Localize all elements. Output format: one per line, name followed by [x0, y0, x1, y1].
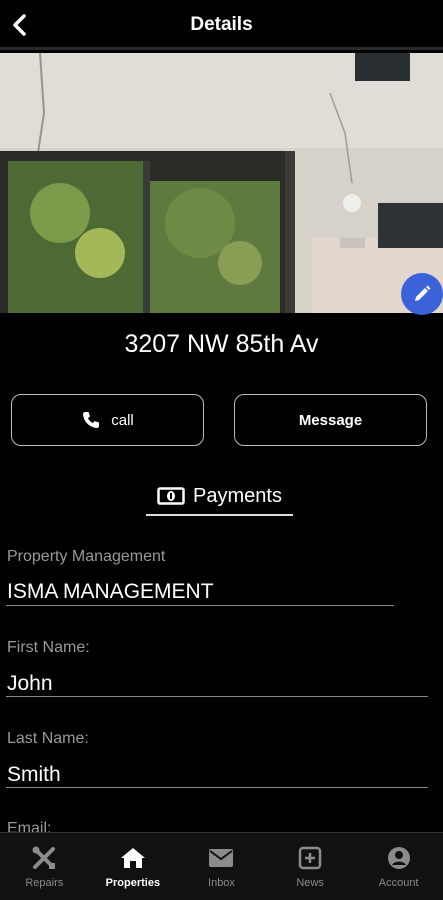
property-management-label: Property Management	[7, 548, 166, 565]
property-photo	[0, 53, 443, 313]
last-name-value[interactable]: Smith	[7, 763, 61, 787]
envelope-icon	[208, 845, 234, 871]
tab-account[interactable]: Account	[354, 833, 443, 900]
last-name-label: Last Name:	[7, 730, 89, 747]
edit-property-button[interactable]	[401, 273, 443, 315]
message-button-label: Message	[298, 411, 363, 429]
pencil-icon	[415, 285, 431, 301]
header-bar: Details	[0, 0, 443, 50]
first-name-value[interactable]: John	[7, 672, 53, 696]
call-button[interactable]: call	[11, 394, 204, 446]
home-icon	[120, 845, 146, 871]
user-circle-icon	[387, 845, 411, 871]
tab-repairs-label: Repairs	[25, 877, 64, 889]
property-management-value[interactable]: ISMA MANAGEMENT	[7, 580, 214, 604]
first-name-underline	[6, 696, 428, 697]
plus-square-icon	[298, 845, 322, 871]
first-name-label: First Name:	[7, 639, 90, 656]
bottom-tab-bar: Repairs Properties Inbox News Account	[0, 832, 443, 900]
tab-properties-label: Properties	[105, 877, 161, 889]
message-button[interactable]: Message	[234, 394, 427, 446]
tab-news[interactable]: News	[266, 833, 355, 900]
phone-icon	[81, 410, 101, 430]
tab-news-label: News	[296, 877, 324, 889]
tab-repairs[interactable]: Repairs	[0, 833, 89, 900]
tab-account-label: Account	[378, 877, 419, 889]
property-management-underline	[6, 605, 394, 606]
payments-label: Payments	[193, 484, 282, 507]
tab-inbox[interactable]: Inbox	[177, 833, 266, 900]
last-name-underline	[6, 787, 428, 788]
payments-tab[interactable]: Payments	[146, 478, 293, 516]
page-title: Details	[190, 14, 253, 35]
tools-icon	[31, 845, 57, 871]
tab-inbox-label: Inbox	[208, 877, 235, 889]
call-button-label: call	[111, 411, 134, 429]
tab-properties[interactable]: Properties	[89, 833, 178, 900]
money-bill-icon	[157, 487, 185, 505]
property-address: 3207 NW 85th Av	[124, 330, 319, 358]
